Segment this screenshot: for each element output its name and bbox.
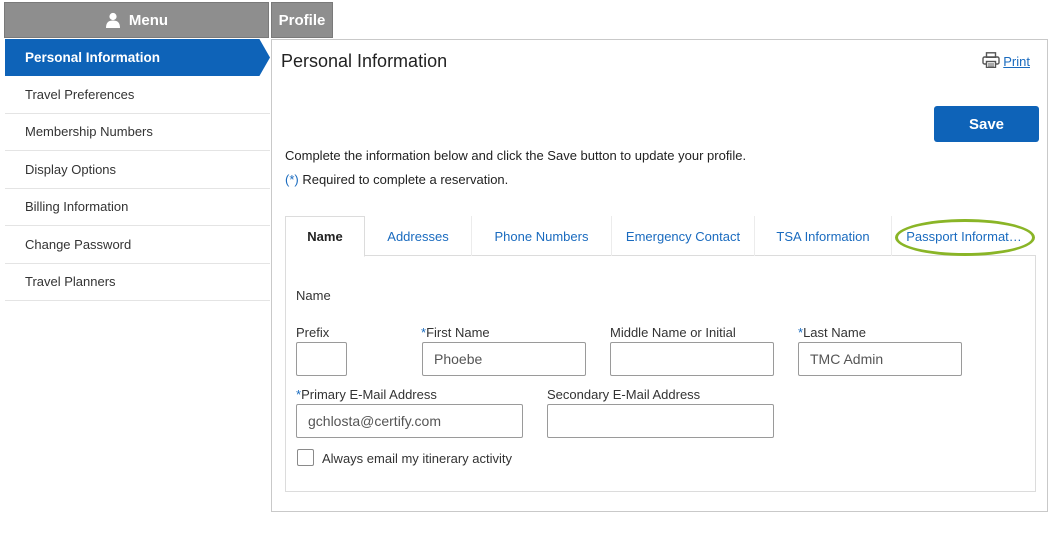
save-label: Save	[968, 115, 1005, 133]
save-button[interactable]: Save	[934, 106, 1039, 142]
primary-email-input[interactable]: gchlosta@certify.com	[296, 404, 523, 438]
email-itinerary-label: Always email my itinerary activity	[322, 451, 512, 466]
tab-label: Passport Informat…	[906, 228, 1022, 244]
sidebar-item-label: Change Password	[25, 236, 132, 252]
tab-addresses[interactable]: Addresses	[365, 216, 472, 256]
profile-label: Profile	[278, 11, 326, 29]
last-name-input[interactable]: TMC Admin	[798, 342, 962, 376]
main-panel: Personal Information Print Save Complete…	[271, 39, 1048, 512]
secondary-email-input[interactable]	[547, 404, 774, 438]
tab-tsa-information[interactable]: TSA Information	[755, 216, 892, 256]
profile-tab[interactable]: Profile	[271, 2, 333, 38]
prefix-label: Prefix	[296, 325, 330, 340]
tab-label: Addresses	[387, 228, 449, 244]
required-note: (*) Required to complete a reservation.	[285, 172, 508, 187]
sidebar-item-label: Travel Preferences	[25, 86, 135, 102]
tab-name[interactable]: Name	[285, 216, 365, 257]
tab-label: Emergency Contact	[625, 228, 741, 244]
primary-email-label: *Primary E-Mail Address	[296, 387, 437, 402]
sidebar-item-label: Membership Numbers	[25, 124, 153, 140]
sidebar-item-label: Display Options	[25, 161, 117, 177]
sidebar-item-personal-information[interactable]: Personal Information	[5, 39, 270, 76]
tab-passport-information[interactable]: Passport Informat…	[892, 216, 1036, 256]
required-note-text: Required to complete a reservation.	[298, 172, 509, 187]
tab-label: TSA Information	[776, 228, 870, 244]
first-name-label: *First Name	[421, 325, 490, 340]
tab-label: Name	[307, 229, 343, 244]
sidebar-item-billing-information[interactable]: Billing Information	[5, 188, 270, 226]
sidebar-item-travel-preferences[interactable]: Travel Preferences	[5, 76, 270, 114]
sidebar-item-label: Personal Information	[25, 50, 161, 65]
printer-icon	[982, 52, 1000, 71]
sidebar-item-change-password[interactable]: Change Password	[5, 226, 270, 264]
first-name-input[interactable]: Phoebe	[422, 342, 586, 376]
prefix-input[interactable]	[296, 342, 347, 376]
section-label: Name	[296, 288, 331, 303]
profile-tabs: Name Addresses Phone Numbers Emergency C…	[285, 216, 1036, 257]
last-name-label: *Last Name	[798, 325, 866, 340]
middle-name-label: Middle Name or Initial	[610, 325, 736, 340]
sidebar-menu: Personal Information Travel Preferences …	[5, 39, 270, 301]
print-link[interactable]: Print	[982, 52, 1030, 71]
tab-emergency-contact[interactable]: Emergency Contact	[612, 216, 755, 256]
print-label: Print	[1003, 54, 1030, 69]
tab-phone-numbers[interactable]: Phone Numbers	[472, 216, 612, 256]
middle-name-input[interactable]	[610, 342, 774, 376]
page-title: Personal Information	[281, 51, 448, 71]
user-icon	[105, 12, 121, 28]
sidebar-item-travel-planners[interactable]: Travel Planners	[5, 263, 270, 301]
sidebar-item-display-options[interactable]: Display Options	[5, 151, 270, 189]
required-star: (*)	[285, 172, 299, 187]
tab-label: Phone Numbers	[494, 228, 589, 244]
instructions-text: Complete the information below and click…	[285, 148, 747, 163]
menu-label: Menu	[128, 11, 169, 29]
sidebar-item-label: Travel Planners	[25, 274, 116, 290]
menu-button[interactable]: Menu	[4, 2, 269, 38]
secondary-email-label: Secondary E-Mail Address	[547, 387, 701, 402]
sidebar-item-label: Billing Information	[25, 199, 129, 215]
sidebar-item-membership-numbers[interactable]: Membership Numbers	[5, 113, 270, 151]
email-itinerary-checkbox[interactable]	[297, 449, 314, 466]
